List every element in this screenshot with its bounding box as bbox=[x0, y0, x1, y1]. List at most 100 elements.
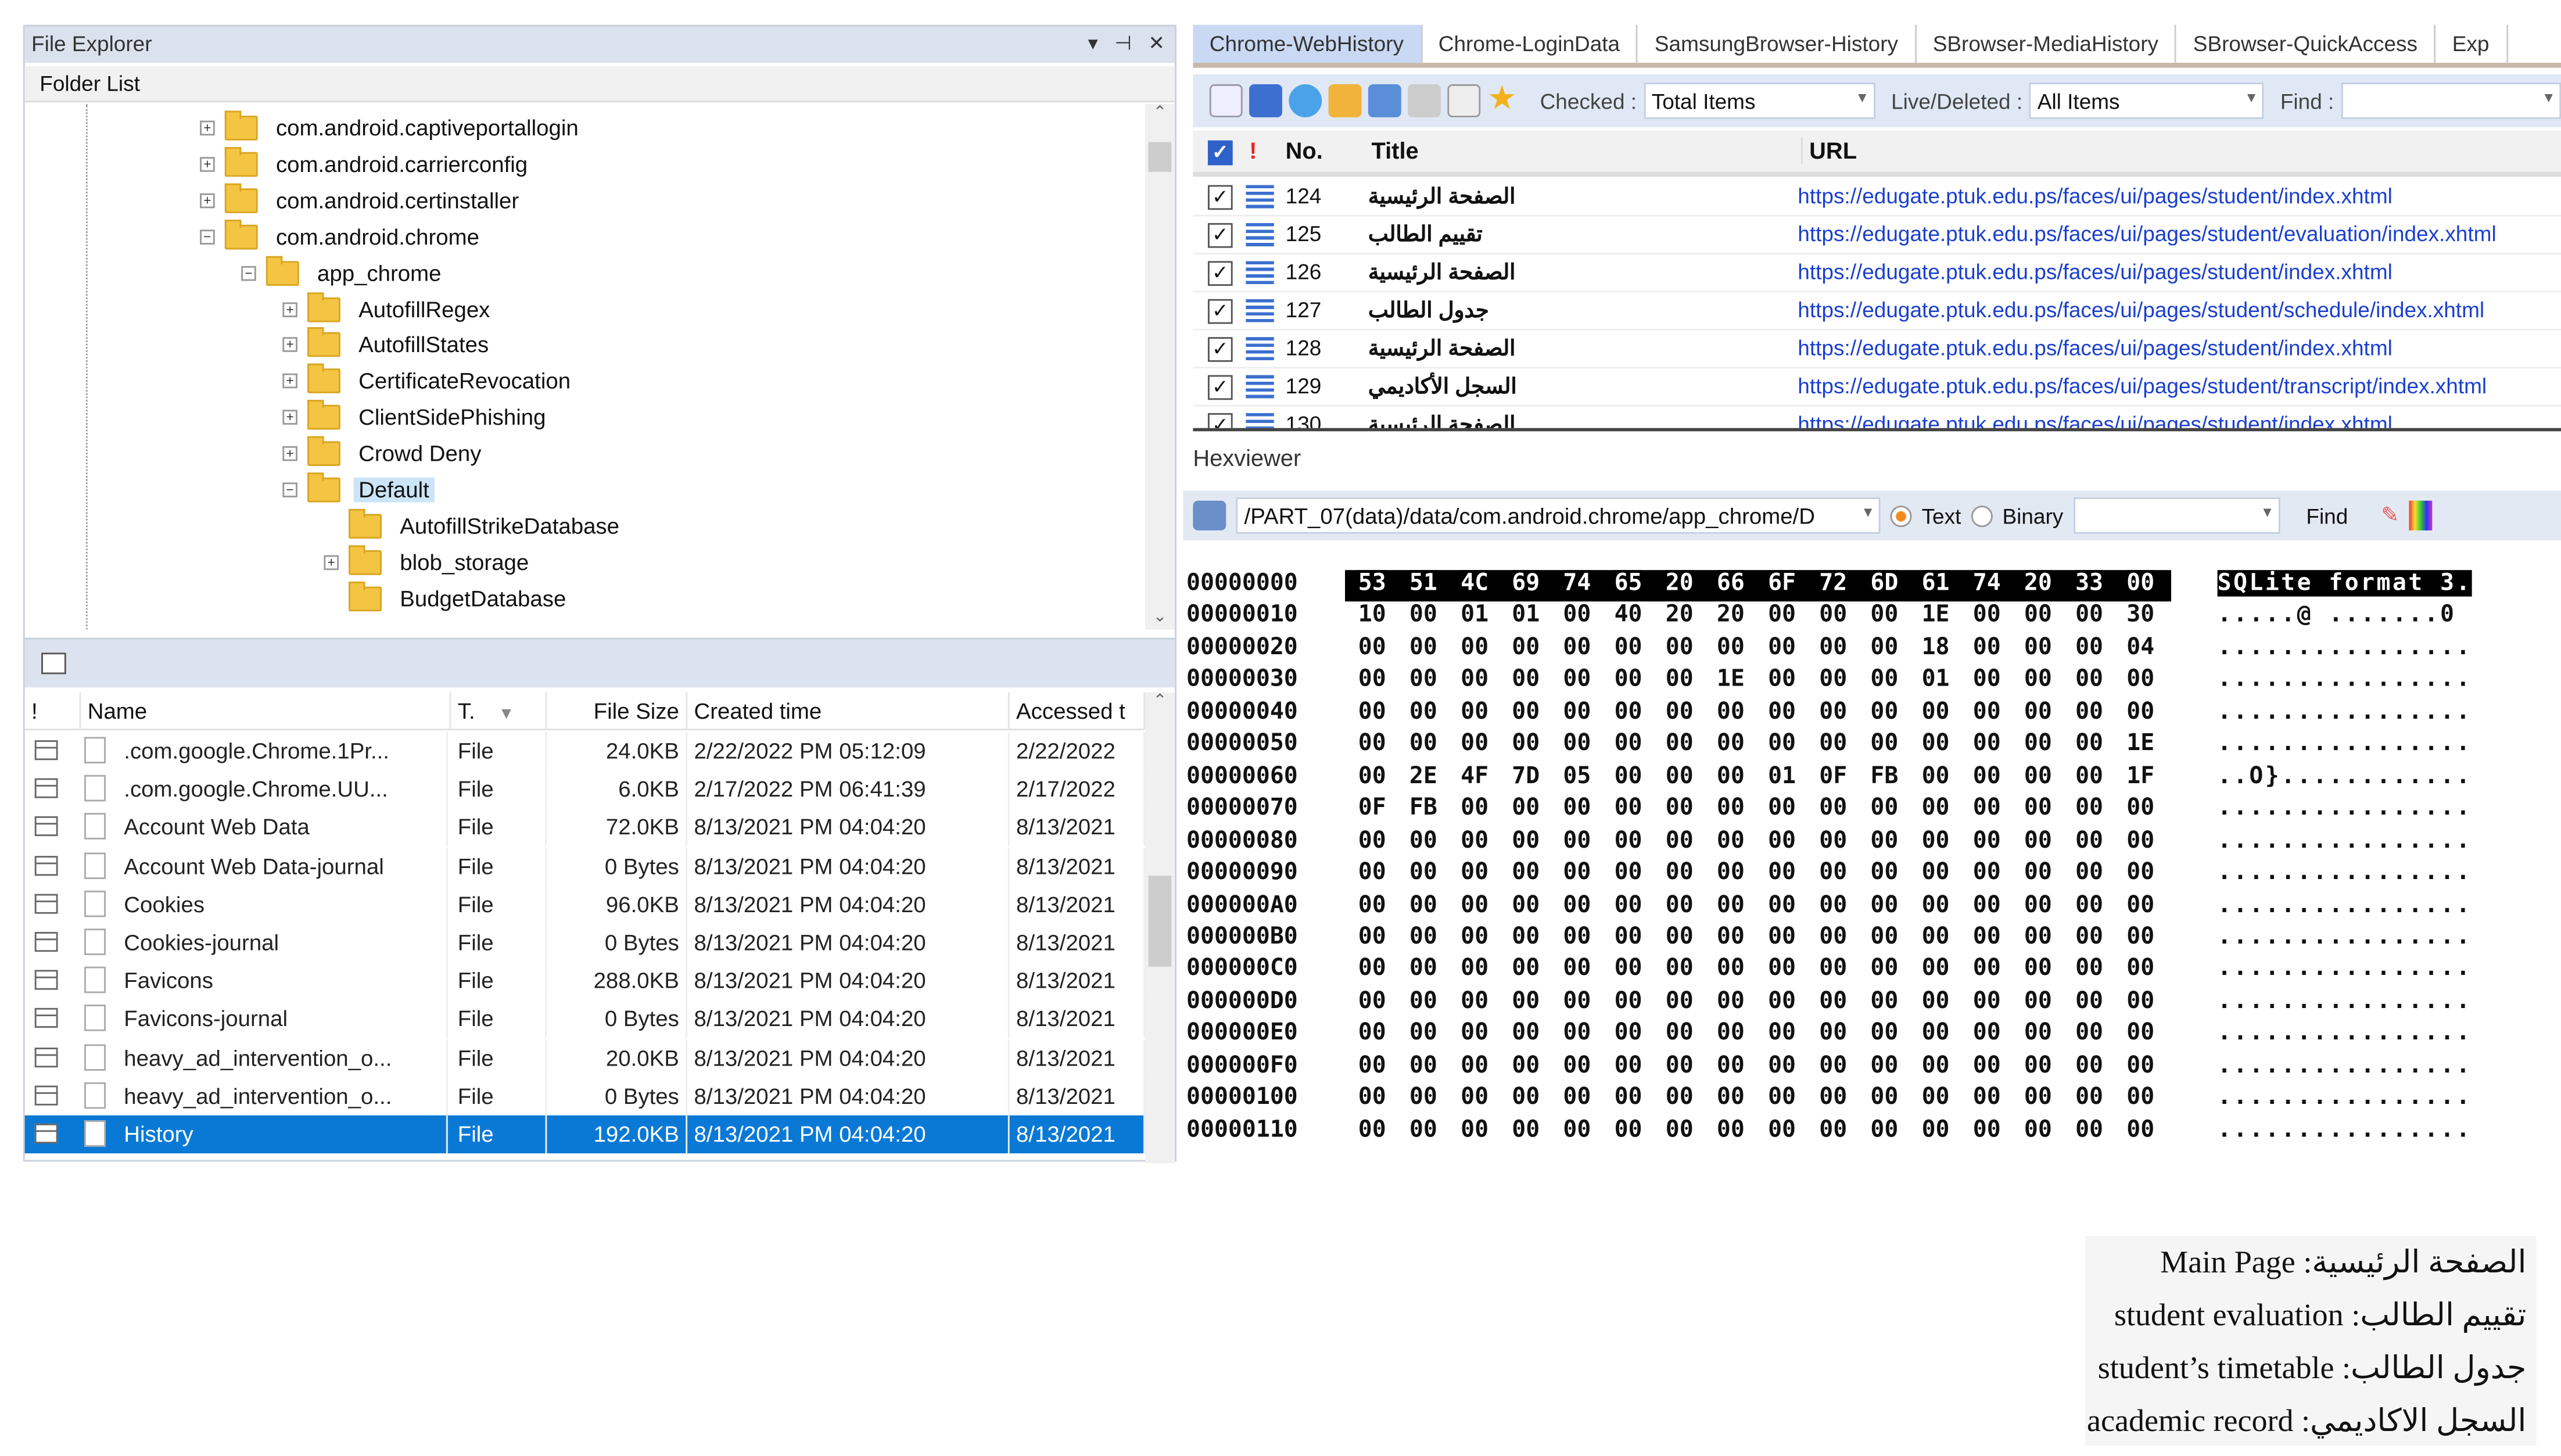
col-flag[interactable]: ! bbox=[25, 692, 81, 731]
hex-byte[interactable]: 00 bbox=[2075, 698, 2103, 725]
hex-byte[interactable]: 00 bbox=[1666, 1052, 1694, 1079]
tree-node[interactable]: + blob_storage bbox=[324, 544, 533, 580]
hex-byte[interactable]: 00 bbox=[1870, 731, 1898, 758]
collapse-icon[interactable]: − bbox=[282, 482, 297, 498]
hex-byte[interactable]: 00 bbox=[1358, 891, 1386, 918]
hex-byte[interactable]: 00 bbox=[2024, 602, 2052, 629]
hex-byte[interactable]: 00 bbox=[1973, 956, 2001, 982]
hex-byte[interactable]: 00 bbox=[1409, 988, 1437, 1014]
hex-byte[interactable]: 00 bbox=[1819, 924, 1847, 951]
hex-byte[interactable]: 00 bbox=[2075, 988, 2103, 1014]
hex-byte[interactable]: 00 bbox=[1409, 956, 1437, 982]
hex-byte[interactable]: 00 bbox=[1563, 859, 1591, 886]
resize-icon[interactable] bbox=[1368, 84, 1401, 117]
hex-byte[interactable]: 00 bbox=[1819, 795, 1847, 822]
hex-byte[interactable]: 00 bbox=[1615, 924, 1642, 951]
hex-byte[interactable]: 00 bbox=[2024, 666, 2052, 693]
hex-byte[interactable]: 00 bbox=[1973, 1052, 2001, 1079]
hex-byte[interactable]: 00 bbox=[2126, 1084, 2154, 1111]
hex-byte[interactable]: 6D bbox=[1870, 570, 1899, 597]
col-type[interactable]: T. ▼ bbox=[451, 692, 547, 731]
hex-byte[interactable]: 00 bbox=[1512, 827, 1540, 854]
hex-byte[interactable]: 20 bbox=[1665, 570, 1694, 597]
file-row[interactable]: heavy_ad_intervention_o... File 20.0KB 8/13… bbox=[25, 1038, 1145, 1077]
hex-byte[interactable]: 00 bbox=[1409, 924, 1437, 951]
tab-samsungbrowser-history[interactable]: SamsungBrowser-History bbox=[1638, 24, 1917, 63]
hex-byte[interactable]: 00 bbox=[2075, 827, 2103, 854]
hex-byte[interactable]: 00 bbox=[1461, 859, 1488, 886]
history-row[interactable]: ✓ 127 جدول الطالب https://edugate.ptuk.edu.… bbox=[1193, 292, 2561, 331]
hex-byte[interactable]: 01 bbox=[1768, 763, 1796, 790]
hex-byte[interactable]: 00 bbox=[1768, 634, 1796, 661]
hex-byte[interactable]: 1E bbox=[2126, 731, 2154, 758]
hex-byte[interactable]: 00 bbox=[2024, 891, 2052, 918]
hex-byte[interactable]: 00 bbox=[1973, 1117, 2001, 1143]
hex-byte[interactable]: 00 bbox=[1409, 1117, 1437, 1143]
hex-byte[interactable]: 00 bbox=[1819, 1084, 1847, 1111]
hex-byte[interactable]: 00 bbox=[1870, 859, 1898, 886]
hex-byte[interactable]: 00 bbox=[1973, 666, 2001, 693]
hex-byte[interactable]: 00 bbox=[1717, 763, 1745, 790]
hex-byte[interactable]: 00 bbox=[2075, 666, 2103, 693]
hex-byte[interactable]: 00 bbox=[1409, 891, 1437, 918]
hex-byte[interactable]: 00 bbox=[1922, 1052, 1950, 1079]
hex-byte[interactable]: 00 bbox=[1768, 1052, 1796, 1079]
hex-byte[interactable]: 00 bbox=[1768, 891, 1796, 918]
hex-byte[interactable]: 00 bbox=[1512, 988, 1540, 1014]
tree-scrollbar[interactable]: ⌃ ⌄ bbox=[1145, 104, 1175, 630]
hex-byte[interactable]: 00 bbox=[2075, 634, 2103, 661]
hex-byte[interactable]: 00 bbox=[1717, 1117, 1745, 1143]
hex-byte[interactable]: 00 bbox=[2126, 666, 2154, 693]
hex-search-icon[interactable] bbox=[1193, 500, 1226, 530]
hex-byte[interactable]: 00 bbox=[1461, 956, 1488, 982]
window-icon[interactable] bbox=[1408, 84, 1441, 117]
hex-byte[interactable]: 00 bbox=[1870, 1117, 1898, 1143]
hex-byte[interactable]: 00 bbox=[1717, 1084, 1745, 1111]
hex-byte[interactable]: 00 bbox=[1563, 924, 1591, 951]
col-size[interactable]: File Size bbox=[547, 692, 688, 731]
hex-byte[interactable]: 00 bbox=[1563, 988, 1591, 1014]
star-icon[interactable]: ★ bbox=[1487, 83, 1520, 117]
expand-icon[interactable] bbox=[324, 518, 339, 534]
expand-icon[interactable]: + bbox=[282, 302, 297, 317]
hex-byte[interactable]: 05 bbox=[1563, 763, 1591, 790]
row-checkbox[interactable]: ✓ bbox=[1207, 223, 1233, 248]
hex-byte[interactable]: 00 bbox=[1922, 1084, 1950, 1111]
hex-byte[interactable]: 00 bbox=[1768, 698, 1796, 725]
hex-byte[interactable]: 00 bbox=[1615, 666, 1642, 693]
hex-byte[interactable]: 00 bbox=[2024, 763, 2052, 790]
hex-byte[interactable]: 00 bbox=[1870, 795, 1898, 822]
hex-byte[interactable]: 00 bbox=[2075, 956, 2103, 982]
hex-byte[interactable]: 00 bbox=[1615, 1084, 1642, 1111]
hex-byte[interactable]: 00 bbox=[1461, 731, 1488, 758]
hex-byte[interactable]: 00 bbox=[1973, 602, 2001, 629]
tree-node[interactable]: BudgetDatabase bbox=[324, 581, 571, 616]
hex-byte[interactable]: 00 bbox=[1717, 1020, 1745, 1047]
hex-byte[interactable]: 00 bbox=[1819, 634, 1847, 661]
row-checkbox[interactable]: ✓ bbox=[1207, 261, 1233, 286]
tree-node[interactable]: + com.android.carrierconfig bbox=[200, 146, 533, 182]
expand-icon[interactable]: + bbox=[200, 156, 215, 172]
hex-byte[interactable]: 00 bbox=[1461, 698, 1488, 725]
folder-icon[interactable] bbox=[1328, 84, 1362, 117]
hex-byte[interactable]: 00 bbox=[2024, 634, 2052, 661]
hex-byte[interactable]: 00 bbox=[1512, 924, 1540, 951]
hex-byte[interactable]: 00 bbox=[1717, 795, 1745, 822]
hex-byte[interactable]: 00 bbox=[1615, 859, 1642, 886]
hex-byte[interactable]: 00 bbox=[1666, 891, 1694, 918]
hex-byte[interactable]: 10 bbox=[1358, 602, 1386, 629]
tree-node[interactable]: + Crowd Deny bbox=[282, 436, 486, 471]
tab-sbrowser-quickaccess[interactable]: SBrowser-QuickAccess bbox=[2176, 24, 2436, 63]
hex-byte[interactable]: 00 bbox=[2126, 956, 2154, 982]
hex-byte[interactable]: 00 bbox=[1768, 666, 1796, 693]
hex-byte[interactable]: 00 bbox=[1615, 731, 1642, 758]
hex-byte[interactable]: 20 bbox=[1717, 602, 1745, 629]
hex-byte[interactable]: 00 bbox=[1512, 1020, 1540, 1047]
hex-byte[interactable]: 66 bbox=[1716, 570, 1745, 597]
hex-byte[interactable]: 00 bbox=[1870, 1084, 1898, 1111]
hex-byte[interactable]: 00 bbox=[1563, 602, 1591, 629]
hex-byte[interactable]: 00 bbox=[1563, 827, 1591, 854]
expand-icon[interactable]: + bbox=[282, 338, 297, 353]
tree-node[interactable]: + com.android.captiveportallogin bbox=[200, 110, 583, 146]
hex-byte[interactable]: 00 bbox=[1922, 698, 1950, 725]
